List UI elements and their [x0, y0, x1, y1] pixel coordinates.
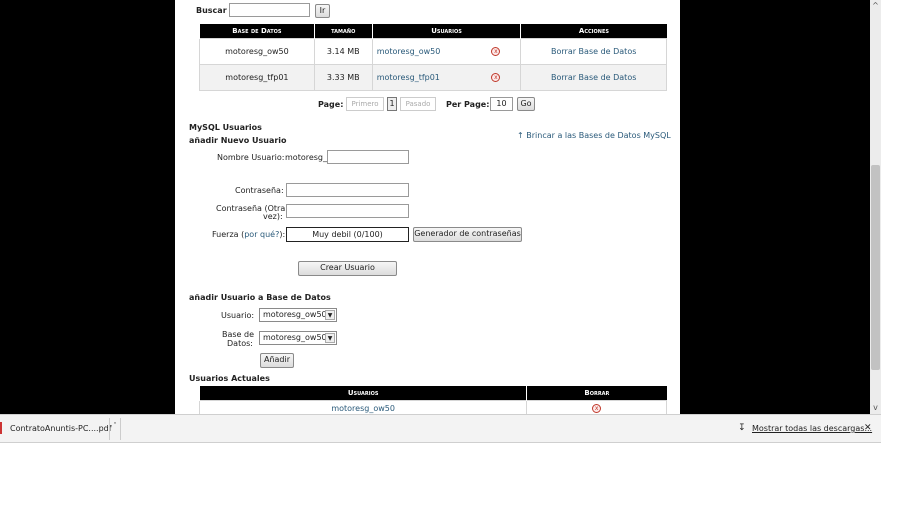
current-users-heading: Usuarios Actuales — [189, 374, 270, 383]
first-page-button[interactable]: Primero — [346, 97, 384, 111]
username-input[interactable] — [327, 150, 409, 164]
password-confirm-label-line2: vez): — [263, 212, 283, 221]
remove-user-icon[interactable]: x — [491, 46, 501, 56]
jump-link-text[interactable]: Brincar a las Bases de Datos MySQL — [526, 131, 671, 140]
password-strength-meter: Muy debil (0/100) — [286, 227, 409, 242]
scrollbar-thumb[interactable] — [871, 165, 880, 370]
add-user-to-db-heading: añadir Usuario a Base de Datos — [189, 293, 331, 302]
col-header-users: Usuarios — [371, 24, 521, 38]
cpanel-content: Buscar Ir Base de Datos tamaño Usuarios … — [175, 0, 680, 414]
current-user-link[interactable]: motoresg_ow50 — [331, 404, 395, 413]
strength-label: Fuerza — [212, 230, 239, 239]
add-user-label: Usuario: — [221, 311, 255, 320]
add-new-user-heading: añadir Nuevo Usuario — [189, 136, 287, 145]
close-icon[interactable]: ✕ — [864, 423, 872, 433]
scroll-down-icon[interactable]: v — [871, 403, 880, 412]
chevron-down-icon: ▼ — [325, 310, 335, 320]
table-row: motoresg_ow50 3.14 MB motoresg_ow50 x Bo… — [199, 37, 667, 65]
delete-user-cell: x — [526, 399, 667, 414]
create-user-button[interactable]: Crear Usuario — [298, 261, 397, 276]
col-header-actions: Acciones — [520, 24, 667, 38]
add-db-label-line1: Base de — [222, 330, 255, 339]
delete-database-link[interactable]: Borrar Base de Datos — [551, 47, 636, 56]
per-page-input[interactable]: 10 — [490, 97, 513, 111]
pdf-file-icon — [0, 422, 2, 434]
password-input[interactable] — [286, 183, 409, 197]
last-page-button[interactable]: Pasado — [400, 97, 436, 111]
username-prefix: motoresg_ — [285, 153, 327, 162]
search-input[interactable] — [229, 3, 310, 17]
database-select-value: motoresg_ow50 — [263, 333, 327, 342]
db-size: 3.14 MB — [313, 37, 373, 65]
password-label: Contraseña: — [235, 186, 284, 195]
databases-table: Base de Datos tamaño Usuarios Acciones m… — [199, 24, 667, 91]
right-background — [680, 0, 870, 414]
left-background — [0, 0, 175, 414]
col-header-database: Base de Datos — [199, 24, 315, 38]
arrow-up-icon: ↑ — [517, 131, 524, 140]
page-label: Page: — [318, 100, 344, 109]
db-action-cell: Borrar Base de Datos — [520, 63, 667, 91]
table-row: motoresg_ow50 x — [198, 399, 667, 414]
download-menu-chevron-icon[interactable]: ˆ — [109, 418, 121, 440]
strength-why-link[interactable]: por qué? — [244, 230, 279, 239]
db-action-cell: Borrar Base de Datos — [520, 37, 667, 65]
delete-user-icon[interactable]: x — [592, 404, 602, 413]
current-users-table: Usuarios Borrar motoresg_ow50 x — [198, 386, 667, 414]
search-go-button[interactable]: Ir — [315, 4, 330, 18]
downloads-bar: ContratoAnuntis-PC....pdf ˆ ↧ Mostrar to… — [0, 414, 881, 443]
db-user-cell: motoresg_ow50 x — [371, 37, 522, 65]
add-user-to-db-button[interactable]: Añadir — [260, 353, 294, 368]
chevron-down-icon: ▼ — [325, 333, 335, 343]
per-page-go-button[interactable]: Go — [517, 97, 535, 111]
mysql-users-heading: MySQL Usuarios — [189, 123, 262, 132]
browser-screen: ^ v Buscar Ir Base de Datos tamaño Usuar… — [0, 0, 900, 505]
db-user-link[interactable]: motoresg_ow50 — [377, 47, 441, 56]
delete-database-link[interactable]: Borrar Base de Datos — [551, 73, 636, 82]
per-page-label: Per Page: — [446, 100, 490, 109]
col-header-users: Usuarios — [198, 386, 527, 400]
db-name: motoresg_tfp01 — [199, 63, 315, 91]
jump-to-databases[interactable]: ↑ Brincar a las Bases de Datos MySQL — [517, 131, 671, 140]
password-generator-button[interactable]: Generador de contraseñas — [413, 227, 522, 242]
col-header-size: tamaño — [313, 24, 373, 38]
add-db-label-line2: Datos: — [227, 339, 253, 348]
strength-row: Fuerza (por qué?): — [212, 230, 286, 239]
download-file-name[interactable]: ContratoAnuntis-PC....pdf — [10, 424, 112, 433]
user-select-value: motoresg_ow50 — [263, 310, 327, 319]
db-size: 3.33 MB — [313, 63, 373, 91]
password-confirm-input[interactable] — [286, 204, 409, 218]
user-select[interactable]: motoresg_ow50 ▼ — [259, 308, 337, 322]
remove-user-icon[interactable]: x — [491, 72, 501, 82]
table-row: motoresg_tfp01 3.33 MB motoresg_tfp01 x … — [199, 63, 667, 91]
db-name: motoresg_ow50 — [199, 37, 315, 65]
download-arrow-icon: ↧ — [738, 423, 746, 433]
username-label: Nombre Usuario: — [217, 153, 285, 162]
col-header-delete: Borrar — [526, 386, 667, 400]
current-page-number[interactable]: 1 — [387, 97, 397, 111]
scroll-up-icon[interactable]: ^ — [871, 1, 880, 10]
show-all-downloads-link[interactable]: Mostrar todas las descargas... — [752, 424, 872, 433]
database-select[interactable]: motoresg_ow50 ▼ — [259, 331, 337, 345]
db-user-link[interactable]: motoresg_tfp01 — [377, 73, 440, 82]
db-user-cell: motoresg_tfp01 x — [371, 63, 522, 91]
search-label: Buscar — [196, 6, 227, 15]
current-user-cell: motoresg_ow50 — [198, 399, 528, 414]
